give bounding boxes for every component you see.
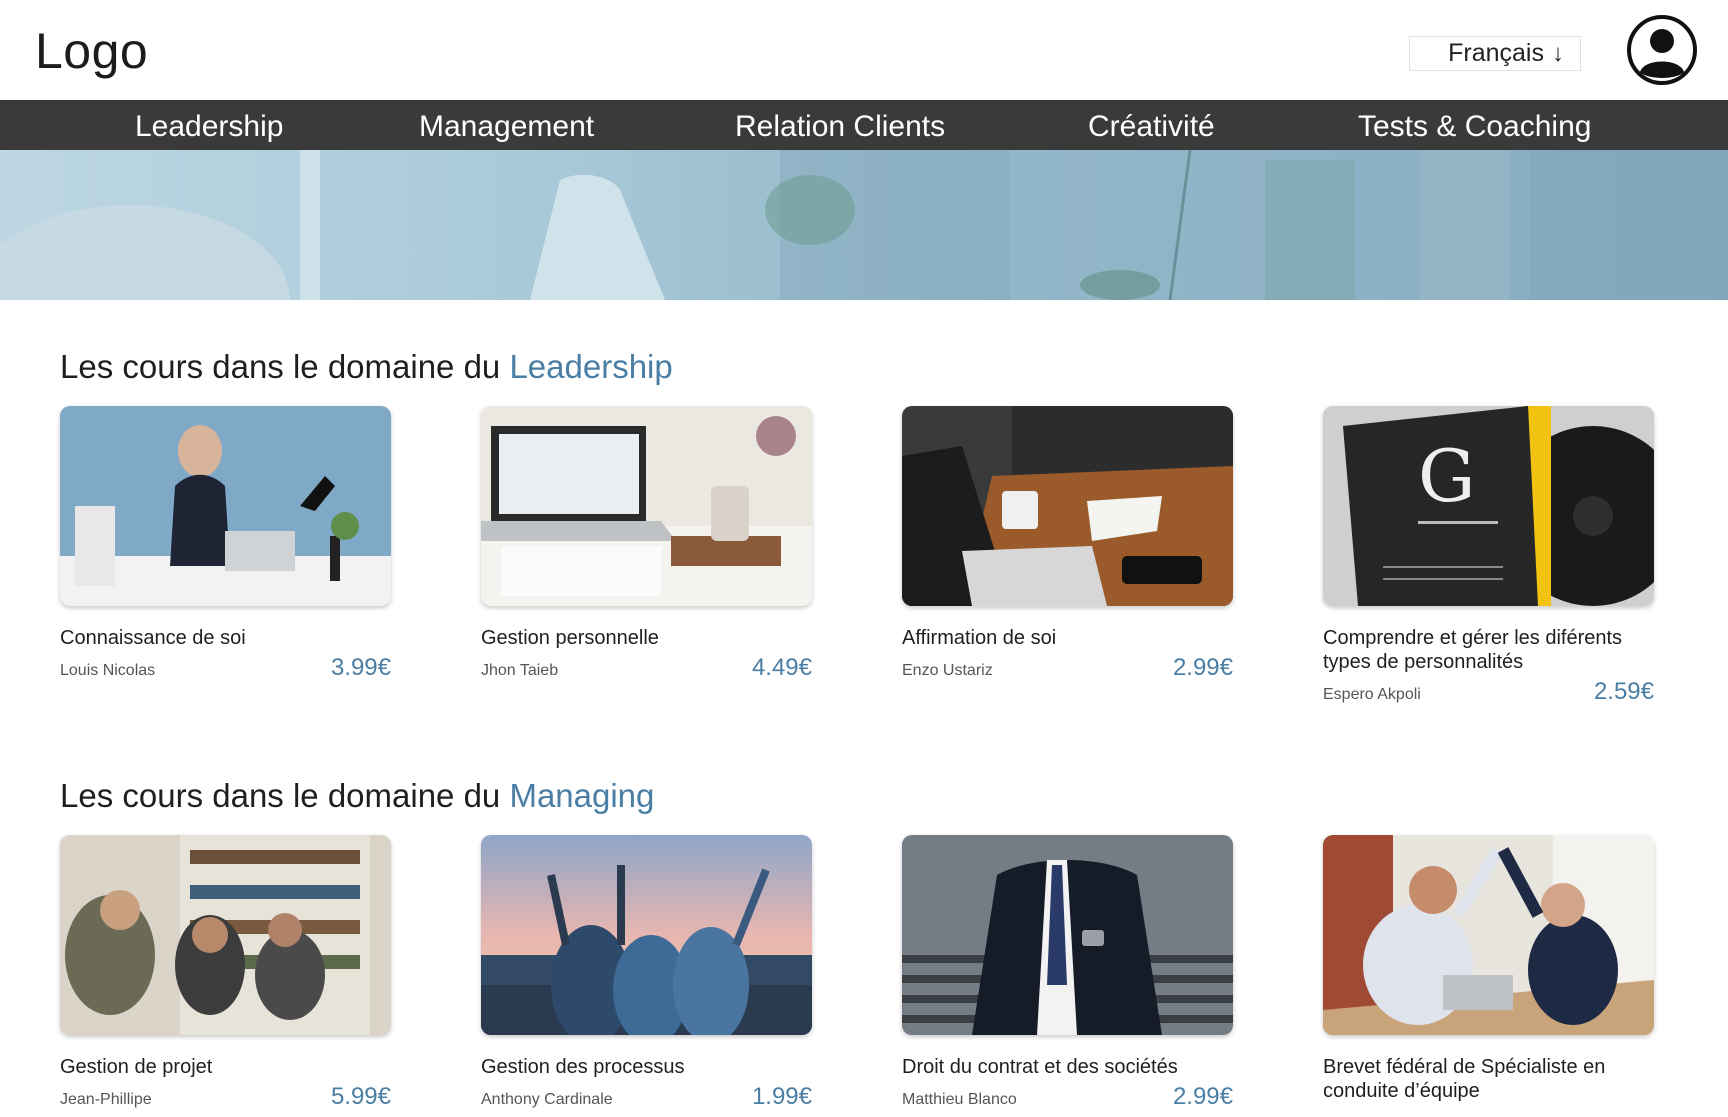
nav-item-creativite[interactable]: Créativité — [1088, 100, 1215, 150]
course-title[interactable]: Connaissance de soi — [60, 626, 391, 650]
nav-item-management[interactable]: Management — [419, 100, 594, 150]
course-image[interactable] — [902, 406, 1233, 606]
course-author: Matthieu Blanco — [902, 1091, 1017, 1108]
hero-banner — [0, 150, 1728, 300]
user-circle-icon — [1627, 15, 1697, 85]
course-title[interactable]: Gestion des processus — [481, 1055, 812, 1079]
course-title[interactable]: Droit du contrat et des sociétés — [902, 1055, 1233, 1079]
section-title-prefix: Les cours dans le domaine du — [60, 348, 501, 385]
course-price: 2.99€ — [1172, 1083, 1233, 1110]
course-price: 1.99€ — [751, 1083, 812, 1110]
course-price: 2.99€ — [1172, 654, 1233, 681]
course-author: Anthony Cardinale — [481, 1091, 613, 1108]
course-card[interactable]: Gestion des processus Anthony Cardinale … — [481, 835, 812, 1111]
course-image[interactable] — [902, 835, 1233, 1035]
course-title[interactable]: Comprendre et gérer les diférents types … — [1323, 626, 1654, 674]
course-title[interactable]: Affirmation de soi — [902, 626, 1233, 650]
course-card[interactable]: Affirmation de soi Enzo Ustariz 2.99€ — [902, 406, 1233, 682]
course-card[interactable]: Brevet fédéral de Spécialiste en conduit… — [1323, 835, 1654, 1107]
course-price: 2.59€ — [1593, 678, 1654, 705]
course-author: Louis Nicolas — [60, 662, 156, 679]
course-title[interactable]: Gestion de projet — [60, 1055, 391, 1079]
course-image[interactable] — [481, 835, 812, 1035]
course-card[interactable]: Connaissance de soi Louis Nicolas 3.99€ — [60, 406, 391, 682]
section-title-prefix: Les cours dans le domaine du — [60, 777, 501, 814]
main-navbar: Leadership Management Relation Clients C… — [0, 100, 1728, 150]
section-title-accent: Leadership — [509, 348, 673, 385]
section-title-leadership: Les cours dans le domaine du Leadership — [60, 348, 673, 386]
course-author: Enzo Ustariz — [902, 662, 993, 679]
course-card[interactable]: Droit du contrat et des sociétés Matthie… — [902, 835, 1233, 1111]
language-select[interactable]: Français ↓ — [1409, 36, 1581, 71]
course-image[interactable] — [1323, 835, 1654, 1035]
course-title[interactable]: Gestion personnelle — [481, 626, 812, 650]
user-avatar-button[interactable] — [1626, 14, 1698, 86]
section-title-managing: Les cours dans le domaine du Managing — [60, 777, 654, 815]
nav-item-relation-clients[interactable]: Relation Clients — [735, 100, 945, 150]
course-author: Espero Akpoli — [1323, 686, 1421, 703]
course-title[interactable]: Brevet fédéral de Spécialiste en conduit… — [1323, 1055, 1654, 1103]
nav-item-tests-coaching[interactable]: Tests & Coaching — [1358, 100, 1591, 150]
course-image[interactable] — [60, 406, 391, 606]
language-selected-label: Français — [1448, 39, 1544, 67]
course-author: Jhon Taieb — [481, 662, 559, 679]
logo[interactable]: Logo — [35, 22, 148, 80]
course-price: 4.49€ — [751, 654, 812, 681]
hero-banner-image — [0, 150, 1728, 300]
nav-item-leadership[interactable]: Leadership — [135, 100, 283, 150]
header: Logo Français ↓ — [0, 0, 1728, 100]
course-card[interactable]: Gestion de projet Jean-Phillipe 5.99€ — [60, 835, 391, 1111]
course-price: 3.99€ — [330, 654, 391, 681]
arrow-down-icon: ↓ — [1552, 39, 1564, 67]
course-author: Jean-Phillipe — [60, 1091, 152, 1108]
svg-text:G: G — [1418, 434, 1476, 518]
course-card[interactable]: G Comprendre et gérer les diférents type… — [1323, 406, 1654, 706]
course-price: 5.99€ — [330, 1083, 391, 1110]
course-image[interactable] — [481, 406, 812, 606]
course-image[interactable] — [60, 835, 391, 1035]
course-image[interactable]: G — [1323, 406, 1654, 606]
course-card[interactable]: Gestion personnelle Jhon Taieb 4.49€ — [481, 406, 812, 682]
section-title-accent: Managing — [509, 777, 655, 814]
